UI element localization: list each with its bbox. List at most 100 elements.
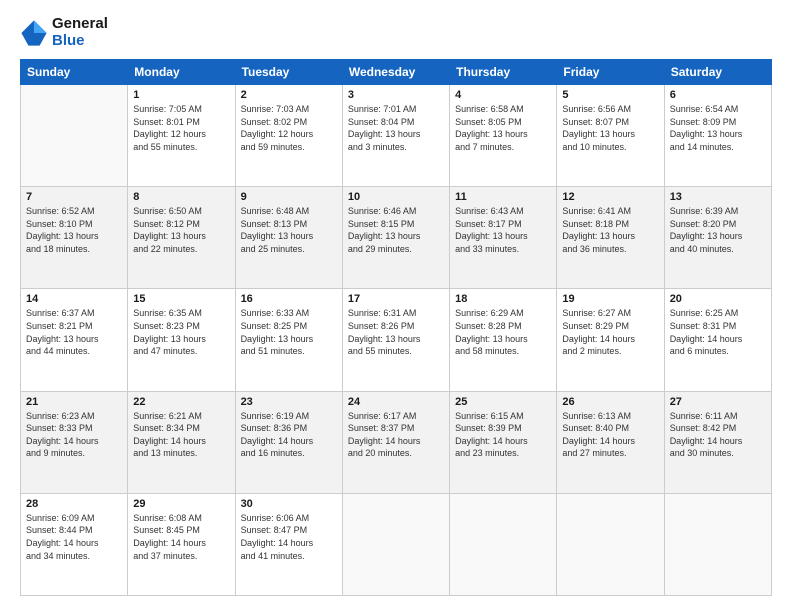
page: General Blue SundayMondayTuesdayWednesda… [0, 0, 792, 612]
day-number: 7 [26, 191, 122, 203]
day-cell: 29 Sunrise: 6:08 AMSunset: 8:45 PMDayligh… [128, 493, 235, 595]
week-row-5: 28 Sunrise: 6:09 AMSunset: 8:44 PMDayligh… [21, 493, 772, 595]
day-info: Sunrise: 6:33 AMSunset: 8:25 PMDaylight:… [241, 307, 337, 357]
weekday-header-row: SundayMondayTuesdayWednesdayThursdayFrid… [21, 60, 772, 85]
day-number: 16 [241, 293, 337, 305]
day-cell: 2Sunrise: 7:03 AMSunset: 8:02 PMDaylight… [235, 85, 342, 187]
day-info: Sunrise: 6:50 AMSunset: 8:12 PMDaylight:… [133, 205, 229, 255]
day-cell: 25Sunrise: 6:15 AMSunset: 8:39 PMDayligh… [450, 391, 557, 493]
calendar-table: SundayMondayTuesdayWednesdayThursdayFrid… [20, 59, 772, 596]
week-row-3: 14 Sunrise: 6:37 AMSunset: 8:21 PMDayligh… [21, 289, 772, 391]
day-number: 14 [26, 293, 122, 305]
logo-text: General Blue [52, 16, 108, 49]
day-cell: 8Sunrise: 6:50 AMSunset: 8:12 PMDaylight… [128, 187, 235, 289]
day-cell: 3 Sunrise: 7:01 AMSunset: 8:04 PMDaylight… [342, 85, 449, 187]
day-cell: 20 Sunrise: 6:25 AMSunset: 8:31 PMDayligh… [664, 289, 771, 391]
day-info: Sunrise: 7:01 AMSunset: 8:04 PMDaylight:… [348, 103, 444, 153]
day-cell: 10Sunrise: 6:46 AMSunset: 8:15 PMDayligh… [342, 187, 449, 289]
day-number: 13 [670, 191, 766, 203]
week-row-2: 7 Sunrise: 6:52 AMSunset: 8:10 PMDaylight… [21, 187, 772, 289]
day-number: 29 [133, 498, 229, 510]
day-info: Sunrise: 6:29 AMSunset: 8:28 PMDaylight:… [455, 307, 551, 357]
day-cell: 21Sunrise: 6:23 AMSunset: 8:33 PMDayligh… [21, 391, 128, 493]
day-number: 23 [241, 396, 337, 408]
day-info: Sunrise: 6:39 AMSunset: 8:20 PMDaylight:… [670, 205, 766, 255]
day-info: Sunrise: 6:52 AMSunset: 8:10 PMDaylight:… [26, 205, 122, 255]
day-cell [450, 493, 557, 595]
day-number: 27 [670, 396, 766, 408]
day-number: 30 [241, 498, 337, 510]
day-cell: 26 Sunrise: 6:13 AMSunset: 8:40 PMDayligh… [557, 391, 664, 493]
day-info: Sunrise: 6:37 AMSunset: 8:21 PMDaylight:… [26, 307, 122, 357]
day-cell: 12 Sunrise: 6:41 AMSunset: 8:18 PMDayligh… [557, 187, 664, 289]
day-number: 17 [348, 293, 444, 305]
day-number: 3 [348, 89, 444, 101]
day-number: 10 [348, 191, 444, 203]
day-number: 22 [133, 396, 229, 408]
day-number: 1 [133, 89, 229, 101]
day-info: Sunrise: 7:05 AMSunset: 8:01 PMDaylight:… [133, 103, 229, 153]
day-cell: 18 Sunrise: 6:29 AMSunset: 8:28 PMDayligh… [450, 289, 557, 391]
day-cell: 15Sunrise: 6:35 AMSunset: 8:23 PMDayligh… [128, 289, 235, 391]
weekday-header-monday: Monday [128, 60, 235, 85]
weekday-header-thursday: Thursday [450, 60, 557, 85]
day-info: Sunrise: 6:54 AMSunset: 8:09 PMDaylight:… [670, 103, 766, 153]
day-info: Sunrise: 6:27 AMSunset: 8:29 PMDaylight:… [562, 307, 658, 357]
day-cell: 19 Sunrise: 6:27 AMSunset: 8:29 PMDayligh… [557, 289, 664, 391]
day-cell: 9 Sunrise: 6:48 AMSunset: 8:13 PMDaylight… [235, 187, 342, 289]
day-number: 5 [562, 89, 658, 101]
day-cell: 16 Sunrise: 6:33 AMSunset: 8:25 PMDayligh… [235, 289, 342, 391]
day-number: 6 [670, 89, 766, 101]
day-cell: 4 Sunrise: 6:58 AMSunset: 8:05 PMDaylight… [450, 85, 557, 187]
day-info: Sunrise: 6:35 AMSunset: 8:23 PMDaylight:… [133, 307, 229, 357]
day-number: 24 [348, 396, 444, 408]
weekday-header-wednesday: Wednesday [342, 60, 449, 85]
day-cell: 30 Sunrise: 6:06 AMSunset: 8:47 PMDayligh… [235, 493, 342, 595]
day-number: 19 [562, 293, 658, 305]
day-info: Sunrise: 6:41 AMSunset: 8:18 PMDaylight:… [562, 205, 658, 255]
day-number: 26 [562, 396, 658, 408]
weekday-header-saturday: Saturday [664, 60, 771, 85]
day-cell: 6 Sunrise: 6:54 AMSunset: 8:09 PMDaylight… [664, 85, 771, 187]
day-info: Sunrise: 6:58 AMSunset: 8:05 PMDaylight:… [455, 103, 551, 153]
day-number: 12 [562, 191, 658, 203]
day-cell: 13 Sunrise: 6:39 AMSunset: 8:20 PMDayligh… [664, 187, 771, 289]
day-info: Sunrise: 6:19 AMSunset: 8:36 PMDaylight:… [241, 410, 337, 460]
day-info: Sunrise: 6:11 AMSunset: 8:42 PMDaylight:… [670, 410, 766, 460]
day-cell [557, 493, 664, 595]
weekday-header-tuesday: Tuesday [235, 60, 342, 85]
day-info: Sunrise: 6:25 AMSunset: 8:31 PMDaylight:… [670, 307, 766, 357]
day-cell: 22 Sunrise: 6:21 AMSunset: 8:34 PMDayligh… [128, 391, 235, 493]
day-info: Sunrise: 6:56 AMSunset: 8:07 PMDaylight:… [562, 103, 658, 153]
logo-icon [20, 19, 48, 47]
week-row-1: 1 Sunrise: 7:05 AMSunset: 8:01 PMDaylight… [21, 85, 772, 187]
day-number: 21 [26, 396, 122, 408]
day-number: 4 [455, 89, 551, 101]
day-cell: 14 Sunrise: 6:37 AMSunset: 8:21 PMDayligh… [21, 289, 128, 391]
day-info: Sunrise: 6:09 AMSunset: 8:44 PMDaylight:… [26, 512, 122, 562]
logo: General Blue [20, 16, 108, 49]
day-number: 9 [241, 191, 337, 203]
day-cell: 17 Sunrise: 6:31 AMSunset: 8:26 PMDayligh… [342, 289, 449, 391]
week-row-4: 21Sunrise: 6:23 AMSunset: 8:33 PMDayligh… [21, 391, 772, 493]
day-number: 11 [455, 191, 551, 203]
day-cell [342, 493, 449, 595]
day-info: Sunrise: 6:21 AMSunset: 8:34 PMDaylight:… [133, 410, 229, 460]
day-number: 2 [241, 89, 337, 101]
day-cell: 7 Sunrise: 6:52 AMSunset: 8:10 PMDaylight… [21, 187, 128, 289]
day-cell: 28 Sunrise: 6:09 AMSunset: 8:44 PMDayligh… [21, 493, 128, 595]
day-cell: 5 Sunrise: 6:56 AMSunset: 8:07 PMDaylight… [557, 85, 664, 187]
day-info: Sunrise: 6:06 AMSunset: 8:47 PMDaylight:… [241, 512, 337, 562]
day-info: Sunrise: 6:48 AMSunset: 8:13 PMDaylight:… [241, 205, 337, 255]
day-info: Sunrise: 6:15 AMSunset: 8:39 PMDaylight:… [455, 410, 551, 460]
day-cell: 27 Sunrise: 6:11 AMSunset: 8:42 PMDayligh… [664, 391, 771, 493]
day-number: 18 [455, 293, 551, 305]
day-cell [664, 493, 771, 595]
day-cell: 23 Sunrise: 6:19 AMSunset: 8:36 PMDayligh… [235, 391, 342, 493]
day-info: Sunrise: 6:13 AMSunset: 8:40 PMDaylight:… [562, 410, 658, 460]
day-info: Sunrise: 6:31 AMSunset: 8:26 PMDaylight:… [348, 307, 444, 357]
day-number: 20 [670, 293, 766, 305]
day-cell: 24Sunrise: 6:17 AMSunset: 8:37 PMDayligh… [342, 391, 449, 493]
day-info: Sunrise: 6:08 AMSunset: 8:45 PMDaylight:… [133, 512, 229, 562]
day-number: 28 [26, 498, 122, 510]
